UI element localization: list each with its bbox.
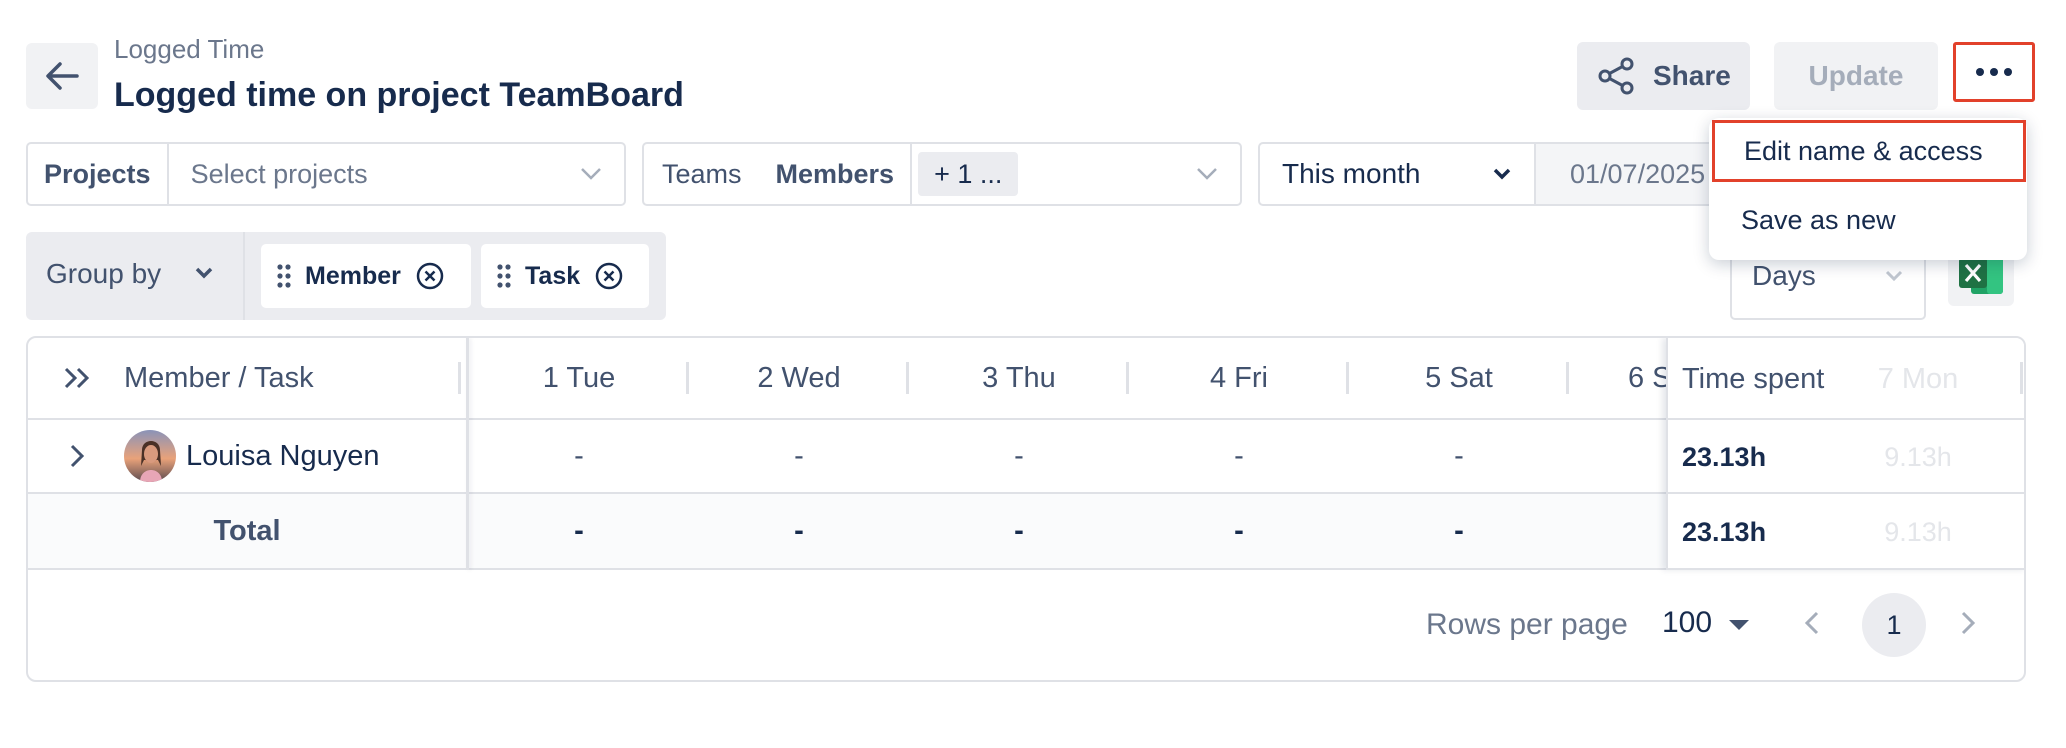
members-toggle[interactable]: Members	[776, 144, 911, 204]
drag-handle-icon[interactable]	[497, 264, 511, 288]
total-label: Total	[213, 514, 281, 547]
chevron-down-icon	[1885, 270, 1903, 282]
day-cell-faded: 9.13h	[1884, 441, 1952, 472]
chevron-down-icon	[1196, 144, 1240, 204]
menu-item-save-as-new[interactable]: Save as new	[1709, 190, 2027, 250]
frozen-column-border	[466, 338, 469, 570]
page-number-button[interactable]: 1	[1862, 593, 1926, 657]
total-day-cell: -	[574, 514, 584, 547]
group-chip-label: Task	[525, 261, 581, 290]
members-filter[interactable]: Teams Members + 1 ...	[642, 142, 1242, 206]
header-member-task: Member / Task	[124, 361, 314, 394]
projects-filter[interactable]: Projects Select projects	[26, 142, 626, 206]
day-cell: -	[1454, 439, 1464, 472]
group-chip-label: Member	[305, 261, 401, 290]
caret-down-icon[interactable]	[1728, 618, 1750, 636]
rows-per-page-label: Rows per page	[1426, 608, 1628, 641]
total-day-cell: -	[1014, 514, 1024, 547]
date-range-filter[interactable]: This month 01/07/2025	[1258, 142, 1758, 206]
members-chip[interactable]: + 1 ...	[918, 152, 1019, 196]
share-label: Share	[1653, 60, 1731, 91]
chevron-left-icon[interactable]	[1804, 610, 1820, 641]
header-day: 3 Thu	[982, 361, 1056, 394]
header-time-spent: Time spent	[1682, 362, 1825, 395]
remove-circle-icon[interactable]	[415, 261, 445, 291]
day-cell: -	[574, 439, 584, 472]
arrow-left-icon	[46, 62, 79, 90]
chevron-down-icon	[1493, 168, 1511, 180]
header-day-faded: 7 Mon	[1877, 362, 1959, 395]
divider	[910, 144, 913, 204]
chevron-down-icon	[580, 144, 624, 204]
member-name: Louisa Nguyen	[186, 439, 380, 472]
share-icon	[1598, 57, 1634, 95]
header-day: 5 Sat	[1425, 361, 1493, 394]
expand-all-icon[interactable]	[52, 338, 102, 418]
period-select[interactable]: This month	[1260, 144, 1534, 204]
header-day: 1 Tue	[542, 361, 616, 394]
projects-select[interactable]: Select projects	[169, 144, 580, 204]
more-options-button[interactable]	[1953, 42, 2035, 102]
time-unit-value: Days	[1752, 260, 1816, 291]
breadcrumb: Logged Time	[114, 34, 265, 64]
group-by-label[interactable]: Group by	[46, 258, 161, 290]
day-cell: -	[1234, 439, 1244, 472]
column-separator	[458, 362, 461, 394]
options-menu: Edit name & access Save as new	[1709, 118, 2027, 260]
total-day-cell-faded: 9.13h	[1884, 516, 1952, 547]
member-time-spent: 23.13h	[1682, 441, 1767, 472]
update-button[interactable]: Update	[1774, 42, 1938, 110]
share-button[interactable]: Share	[1577, 42, 1750, 110]
group-chip-member[interactable]: Member	[261, 244, 471, 308]
avatar	[124, 420, 176, 492]
period-value: This month	[1282, 158, 1421, 189]
total-day-cell: -	[1454, 514, 1464, 547]
projects-label: Projects	[44, 158, 151, 189]
drag-handle-icon[interactable]	[277, 264, 291, 288]
time-spent-column: Time spent 7 Mon 23.13h 9.13h 23.13h 9.1…	[1666, 338, 2024, 570]
chevron-right-icon[interactable]	[52, 420, 102, 492]
day-cell: -	[794, 439, 804, 472]
chevron-down-icon[interactable]	[194, 266, 214, 285]
logged-time-table: Member / Task 1 Tue 2 Wed 3 Thu 4 Fri 5 …	[26, 336, 2026, 682]
total-day-cell: -	[794, 514, 804, 547]
remove-circle-icon[interactable]	[594, 261, 624, 291]
column-separator	[1566, 362, 1569, 394]
group-chip-task[interactable]: Task	[481, 244, 649, 308]
page-title: Logged time on project TeamBoard	[114, 76, 684, 114]
back-button[interactable]	[26, 43, 98, 109]
total-day-cell: -	[1234, 514, 1244, 547]
teams-toggle[interactable]: Teams	[644, 144, 776, 204]
header-day: 2 Wed	[757, 361, 841, 394]
day-cell: -	[1014, 439, 1024, 472]
chevron-right-icon[interactable]	[1960, 610, 1976, 641]
more-dots-icon	[1976, 68, 2012, 76]
header-day: 4 Fri	[1210, 361, 1268, 394]
menu-item-edit-name-access[interactable]: Edit name & access	[1712, 120, 2026, 182]
total-time-spent: 23.13h	[1682, 516, 1767, 547]
divider	[243, 232, 245, 320]
column-separator	[2020, 362, 2023, 394]
rows-per-page-select[interactable]: 100	[1662, 606, 1712, 640]
